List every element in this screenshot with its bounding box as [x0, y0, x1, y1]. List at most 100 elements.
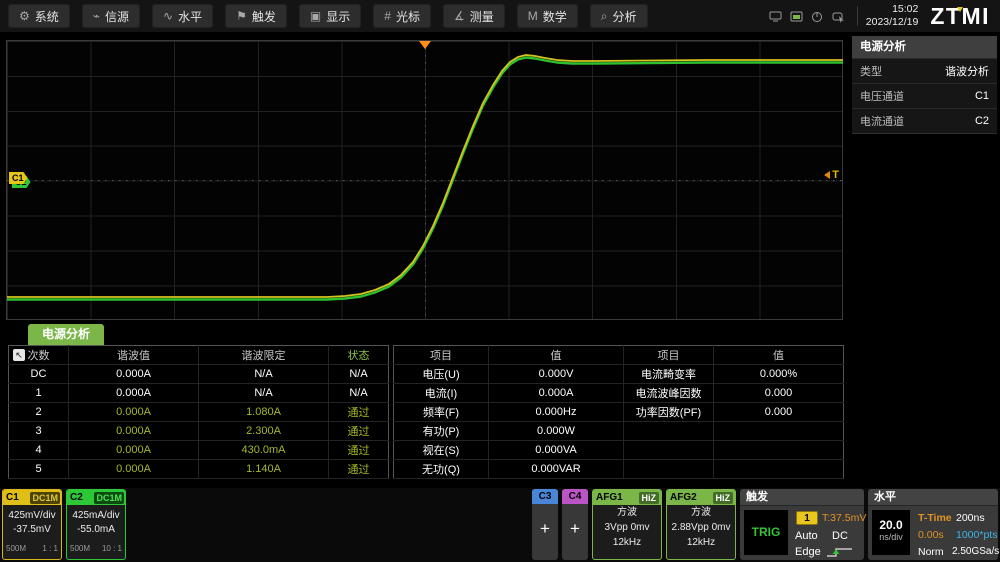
trigger-level-value: T:37.5mV	[822, 512, 866, 524]
channel3-box[interactable]: C3 +	[532, 489, 558, 560]
power-analysis-panel: 电源分析 类型 谐波分析 电压通道 C1 电流通道 C2	[852, 36, 997, 134]
measurements-table: 项目值 项目值 电压(U)0.000V电流畸变率0.000% 电流(I)0.00…	[393, 345, 844, 479]
c2-name: C2	[67, 492, 83, 503]
afg2-amplitude: 2.88Vpp 0mv	[667, 520, 735, 535]
channel4-box[interactable]: C4 +	[562, 489, 588, 560]
harmonics-row[interactable]: 50.000A1.140A通过	[9, 460, 389, 479]
c2-offset: -55.0mA	[67, 523, 125, 537]
sample-rate: 2.50GSa/s	[952, 546, 999, 557]
afg1-name: AFG1	[593, 492, 623, 503]
measurement-row[interactable]: 有功(P)0.000W	[394, 422, 844, 441]
harmonics-header-row: ↖次数 谐波值 谐波限定 状态	[9, 346, 389, 365]
afg2-name: AFG2	[667, 492, 697, 503]
panel-row-current-channel[interactable]: 电流通道 C2	[852, 108, 997, 133]
c1-probe-ratio: 1 : 1	[42, 544, 58, 553]
c2-scale: 425mA/div	[67, 509, 125, 523]
timebase-display: 20.0 ns/div	[872, 510, 910, 555]
math-button[interactable]: M数学	[517, 4, 578, 28]
c3-add-button[interactable]: +	[532, 504, 558, 554]
measure-button[interactable]: ∡测量	[443, 4, 505, 28]
clock: 15:02 2023/12/19	[866, 3, 919, 29]
usb-icon[interactable]	[789, 10, 804, 23]
toolbar-right-cluster: 15:02 2023/12/19 ZTMI	[765, 0, 1000, 32]
afg2-frequency: 12kHz	[667, 535, 735, 550]
left-triangle-icon	[824, 171, 830, 179]
c1-scale: 425mV/div	[3, 509, 61, 523]
clock-time: 15:02	[866, 3, 919, 16]
harmonics-row[interactable]: 40.000A430.0mA通过	[9, 441, 389, 460]
channel2-box[interactable]: C2DC1M 425mA/div -55.0mA 500M10 : 1	[66, 489, 126, 560]
t-time-value: 200ns	[956, 512, 985, 524]
gear-icon: ⚙	[19, 10, 30, 22]
brand-logo: ZTMI	[930, 3, 990, 30]
c1-bandwidth: 500M	[6, 544, 26, 553]
afg2-box[interactable]: AFG2HiZ 方波 2.88Vpp 0mv 12kHz	[666, 489, 736, 560]
afg1-frequency: 12kHz	[593, 535, 661, 550]
c2-trace	[7, 58, 843, 300]
analyze-button[interactable]: ⌕分析	[590, 4, 648, 28]
waveform-svg	[7, 41, 844, 321]
c2-bandwidth: 500M	[70, 544, 90, 553]
measurement-row[interactable]: 无功(Q)0.000VAR	[394, 460, 844, 479]
measurement-row[interactable]: 视在(S)0.000VA	[394, 441, 844, 460]
c4-name: C4	[562, 489, 588, 504]
trigger-indicator: TRIG	[744, 510, 788, 555]
trigger-type[interactable]: Edge	[795, 546, 821, 558]
drag-handle-icon[interactable]: ↖	[13, 349, 25, 361]
trigger-mode[interactable]: Auto	[795, 530, 818, 542]
trigger-source-badge[interactable]: 1	[796, 511, 818, 525]
timebase-scale: 20.0	[872, 518, 910, 532]
top-toolbar: ⚙系统 ⌁信源 ∿水平 ⚑触发 ▣显示 #光标 ∡测量 M数学 ⌕分析 15:0…	[0, 0, 1000, 32]
afg1-impedance-badge: HiZ	[639, 492, 660, 504]
acquisition-mode: Norm	[918, 546, 944, 558]
afg1-box[interactable]: AFG1HiZ 方波 3Vpp 0mv 12kHz	[592, 489, 662, 560]
harmonics-row[interactable]: DC0.000AN/AN/A	[9, 365, 389, 384]
harmonics-row[interactable]: 10.000AN/AN/A	[9, 384, 389, 403]
afg2-impedance-badge: HiZ	[713, 492, 734, 504]
measurement-row[interactable]: 频率(F)0.000Hz功率因数(PF)0.000	[394, 403, 844, 422]
panel-row-type[interactable]: 类型 谐波分析	[852, 58, 997, 83]
display-button[interactable]: ▣显示	[299, 4, 361, 28]
measurement-row[interactable]: 电流(I)0.000A电流波峰因数0.000	[394, 384, 844, 403]
channel1-box[interactable]: C1DC1M 425mV/div -37.5mV 500M1 : 1	[2, 489, 62, 560]
trigger-button[interactable]: ⚑触发	[225, 4, 287, 28]
panel-row-voltage-channel[interactable]: 电压通道 C1	[852, 83, 997, 108]
analyze-icon: ⌕	[601, 10, 608, 22]
afg1-amplitude: 3Vpp 0mv	[593, 520, 661, 535]
c2-coupling-badge: DC1M	[94, 492, 124, 504]
display-icon: ▣	[310, 10, 321, 22]
harmonics-table: ↖次数 谐波值 谐波限定 状态 DC0.000AN/AN/A 10.000AN/…	[8, 345, 389, 479]
panel-title: 电源分析	[852, 36, 997, 58]
system-button[interactable]: ⚙系统	[8, 4, 70, 28]
source-button[interactable]: ⌁信源	[82, 4, 140, 28]
horizontal-icon: ∿	[163, 10, 173, 22]
measurements-header-row: 项目值 项目值	[394, 346, 844, 365]
c1-name: C1	[3, 492, 19, 503]
harmonics-row[interactable]: 30.000A2.300A通过	[9, 422, 389, 441]
mouse-icon[interactable]	[810, 10, 825, 23]
trigger-coupling[interactable]: DC	[832, 530, 848, 542]
trigger-box[interactable]: 触发 TRIG 1 T:37.5mV Auto DC Edge	[740, 489, 864, 560]
touch-icon[interactable]	[831, 10, 846, 23]
math-icon: M	[528, 10, 538, 22]
trigger-box-title: 触发	[740, 489, 864, 506]
toolbar-divider	[857, 6, 858, 26]
c3-name: C3	[532, 489, 558, 504]
power-analysis-tab[interactable]: 电源分析	[28, 324, 104, 345]
c4-add-button[interactable]: +	[562, 504, 588, 554]
horizontal-box[interactable]: 水平 20.0 ns/div T-Time 200ns 0.00s 1000*p…	[868, 489, 998, 560]
measurement-row[interactable]: 电压(U)0.000V电流畸变率0.000%	[394, 365, 844, 384]
cursor-button[interactable]: #光标	[373, 4, 431, 28]
trigger-level-marker[interactable]: T	[824, 169, 839, 181]
timebase-unit: ns/div	[872, 532, 910, 542]
clock-date: 2023/12/19	[866, 16, 919, 29]
record-points: 1000*pts	[956, 529, 997, 541]
horizontal-button[interactable]: ∿水平	[152, 4, 213, 28]
bottom-status-bar: C1DC1M 425mV/div -37.5mV 500M1 : 1 C2DC1…	[0, 488, 1000, 562]
trigger-position-marker[interactable]	[419, 41, 431, 49]
harmonics-row[interactable]: 20.000A1.080A通过	[9, 403, 389, 422]
monitor-icon[interactable]	[768, 10, 783, 23]
measure-icon: ∡	[454, 10, 465, 22]
horizontal-box-title: 水平	[868, 489, 998, 506]
waveform-display[interactable]: C2 C1 T	[6, 40, 843, 320]
